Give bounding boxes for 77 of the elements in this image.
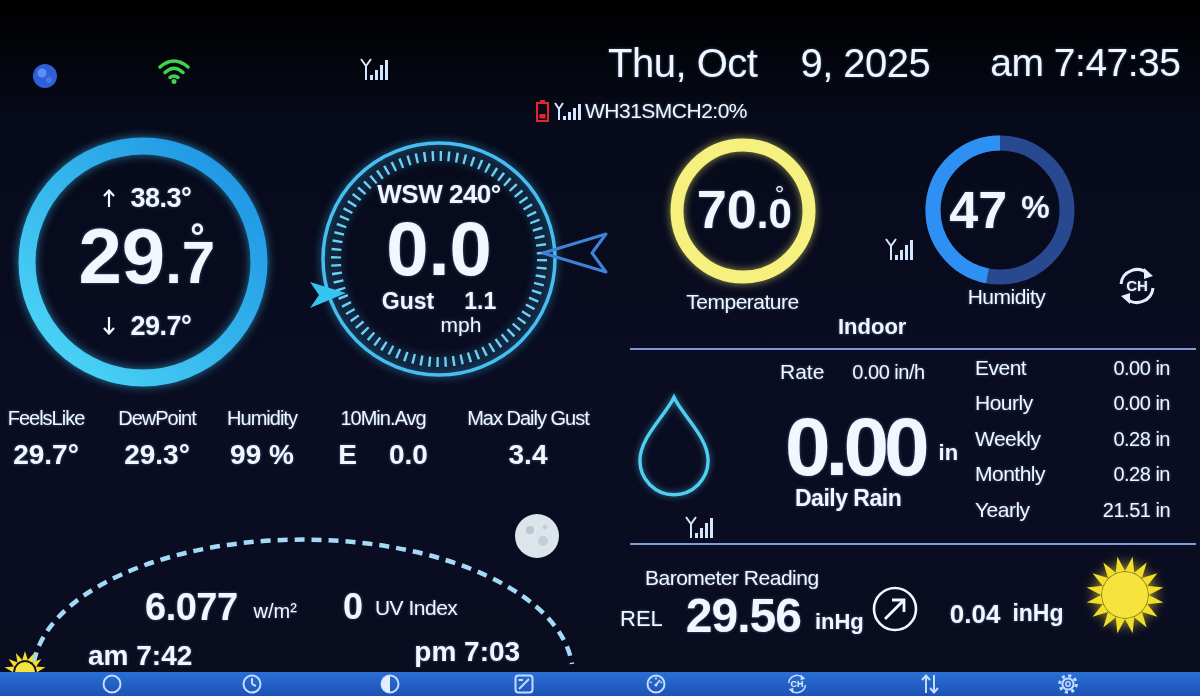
globe-icon xyxy=(33,64,57,88)
rain-total-label: Weekly xyxy=(975,426,1041,451)
pressure-mode: REL xyxy=(620,606,663,632)
stat-value: 0.0 xyxy=(388,439,428,471)
settings-icon[interactable] xyxy=(1058,674,1078,694)
signal-icon xyxy=(885,238,915,260)
humidity-value: 47 xyxy=(949,182,1008,238)
section-title: Barometer Reading xyxy=(645,566,819,590)
arrow-down-icon xyxy=(102,317,115,335)
rain-total-label: Hourly xyxy=(975,391,1033,416)
stat-label: 10Min.Avg xyxy=(340,406,426,430)
pressure-unit: inHg xyxy=(814,609,864,635)
rain-total-label: Yearly xyxy=(975,497,1030,522)
stat-value: 3.4 xyxy=(508,439,548,471)
rain-total-value: 0.28 in xyxy=(1113,462,1170,487)
date-text: Thu, Oct xyxy=(608,42,758,84)
ring-icon[interactable] xyxy=(102,674,122,694)
battery-icon xyxy=(536,100,549,122)
pressure-unit: inHg xyxy=(1012,600,1064,626)
stat-label: DewPoint xyxy=(118,406,196,430)
signal-icon xyxy=(360,58,390,80)
daily-rain-label: Daily Rain xyxy=(795,485,902,511)
stat-value: 29.7° xyxy=(13,439,79,471)
arrow-up-icon xyxy=(102,189,115,207)
stat-label: Humidity xyxy=(227,406,297,430)
rate-value: 0.00 in/h xyxy=(852,360,925,384)
rain-total-value: 0.00 in xyxy=(1113,391,1170,416)
date-text: 9, 2025 xyxy=(800,42,931,84)
stat-value: 29.3° xyxy=(124,439,190,471)
wind-speed: 0.0 xyxy=(386,214,492,284)
low-temperature: 29.7° xyxy=(130,311,192,341)
rate-label: Rate xyxy=(780,360,825,384)
solar-radiation: 6.077 xyxy=(145,585,238,630)
section-title: Indoor xyxy=(838,314,907,340)
arrowhead-icon xyxy=(540,232,608,274)
wind-direction: E xyxy=(338,439,357,471)
edit-icon[interactable] xyxy=(514,674,534,694)
gauge-icon[interactable] xyxy=(646,674,666,694)
gust-label: Gust xyxy=(381,288,435,314)
daily-rain-value: 0.00 xyxy=(785,407,925,487)
gauge-label: Temperature xyxy=(686,290,799,314)
rain-unit: in xyxy=(938,441,959,467)
wind-direction: WSW 240° xyxy=(377,182,501,206)
sunrise-time: am 7:42 xyxy=(88,640,193,672)
radiation-unit: w/m² xyxy=(253,599,297,623)
up-down-arrows-icon[interactable] xyxy=(920,674,940,694)
rain-total-label: Monthly xyxy=(975,462,1046,487)
uv-value: 0 xyxy=(342,587,363,627)
wind-unit: mph xyxy=(440,314,482,336)
sensor-status: WH31SMCH2:0% xyxy=(585,98,748,124)
sun-icon xyxy=(1085,555,1165,635)
channel-button[interactable]: CH xyxy=(782,673,812,695)
wifi-icon xyxy=(158,58,190,84)
sunset-time: pm 7:03 xyxy=(414,636,521,668)
pressure-value: 29.56 xyxy=(685,590,801,642)
signal-icon xyxy=(554,102,582,120)
half-moon-icon[interactable] xyxy=(380,674,400,694)
clock-time: am 7:47:35 xyxy=(990,42,1181,84)
uv-label: UV Index xyxy=(374,596,458,620)
rain-total-value: 0.00 in xyxy=(1113,355,1170,380)
high-temperature: 38.3° xyxy=(130,183,192,213)
channel-button[interactable]: CH xyxy=(1115,265,1159,307)
rain-total-value: 21.51 in xyxy=(1102,497,1170,522)
signal-icon xyxy=(685,516,715,538)
clock-icon[interactable] xyxy=(242,674,262,694)
stat-value: 99 % xyxy=(230,439,294,471)
pointer-icon xyxy=(310,282,346,308)
raindrop-icon xyxy=(636,393,712,499)
moon-icon xyxy=(515,514,559,558)
percent-unit: % xyxy=(1021,189,1050,225)
rain-total-value: 0.28 in xyxy=(1113,426,1170,451)
gust-value: 1.1 xyxy=(464,288,497,314)
rain-total-label: Event xyxy=(975,355,1027,380)
pressure-change: 0.04 xyxy=(949,599,1001,629)
gauge-label: Humidity xyxy=(967,285,1046,309)
stat-label: Max Daily Gust xyxy=(467,406,589,430)
stat-label: FeelsLike xyxy=(7,406,85,430)
